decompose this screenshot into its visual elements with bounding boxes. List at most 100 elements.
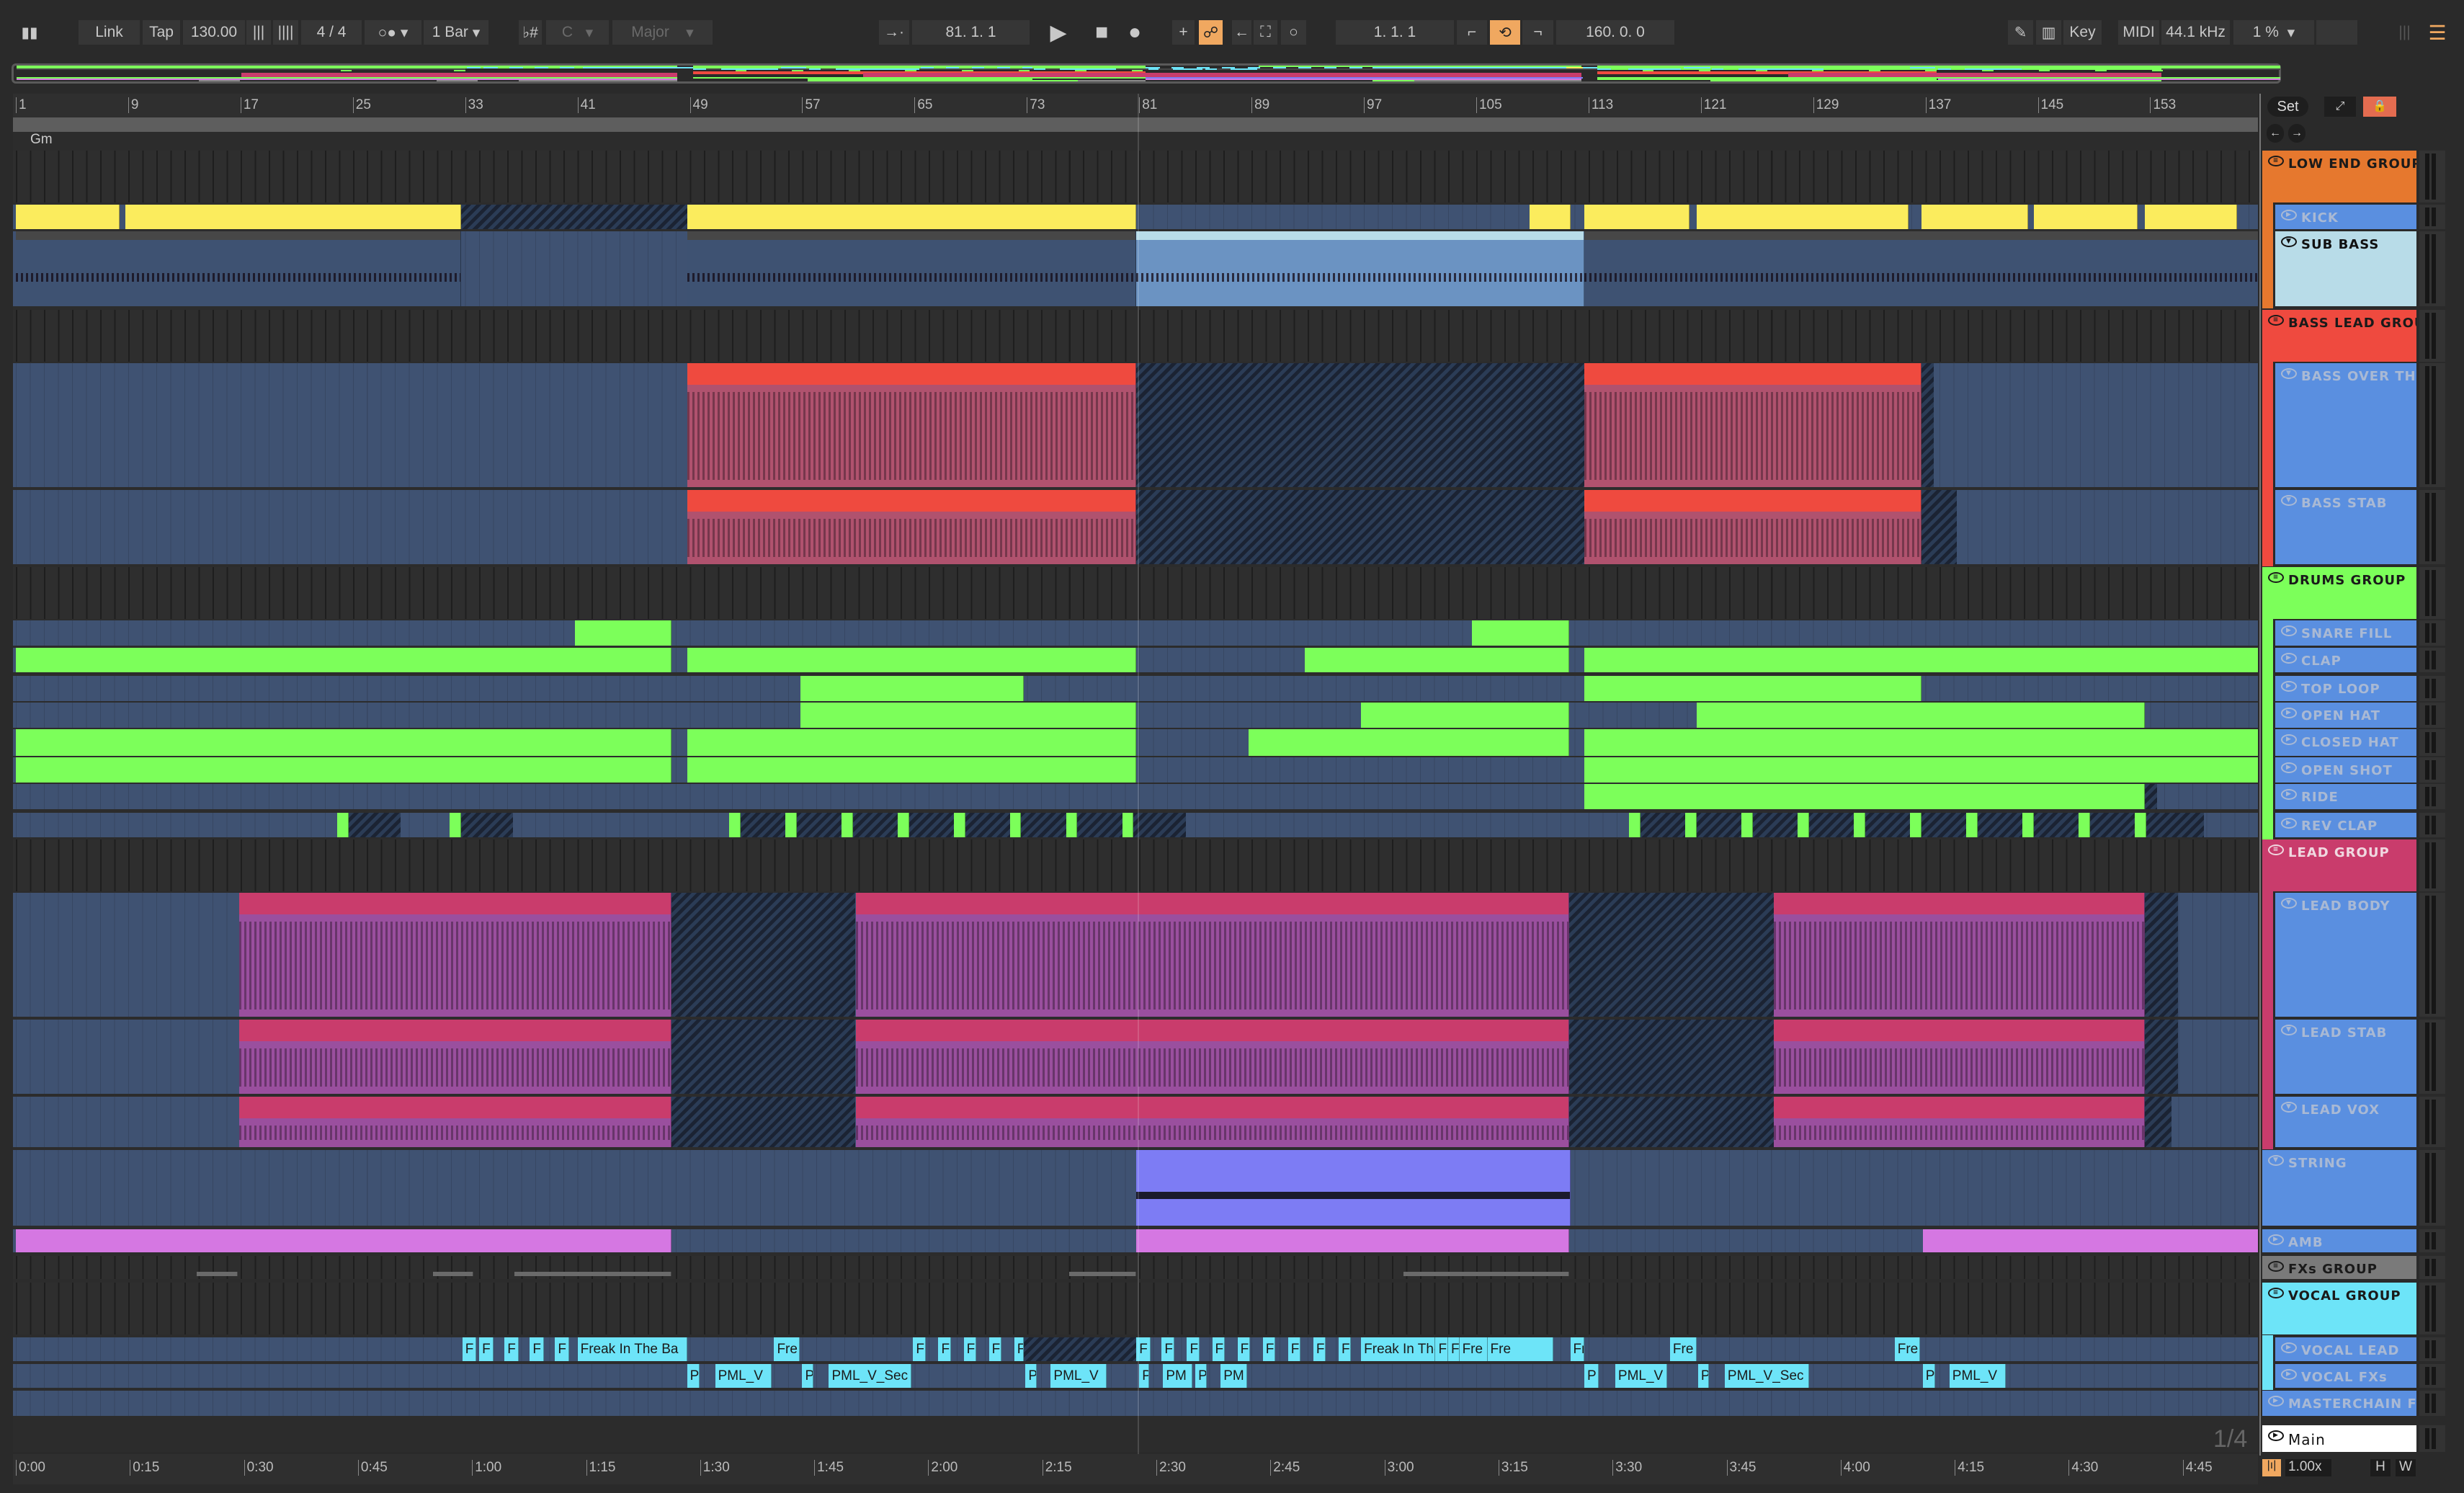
midi-map-button[interactable]: MIDI [2118, 20, 2159, 45]
arrangement-overview[interactable] [12, 63, 2281, 84]
clip[interactable] [238, 1097, 672, 1147]
capture-icon[interactable]: ⛶ [1254, 20, 1277, 45]
clip[interactable] [125, 205, 461, 229]
track-lane[interactable] [13, 1097, 2258, 1147]
fold-arrow-icon[interactable]: ▼ [2281, 1025, 2297, 1035]
clip[interactable] [1584, 363, 1921, 487]
clip[interactable]: PML_V [1949, 1364, 2006, 1388]
follow-arrow-icon[interactable]: →· [879, 20, 909, 45]
deactivated-clip[interactable] [1921, 363, 1934, 487]
deactivated-clip[interactable] [460, 813, 513, 837]
punch-in-icon[interactable]: ⌐ [1457, 20, 1487, 45]
clip[interactable] [1249, 729, 1569, 756]
clip[interactable] [1629, 813, 1641, 837]
fx-clip[interactable] [1403, 1272, 1569, 1276]
clip[interactable] [687, 757, 1137, 783]
clip[interactable]: P [687, 1364, 700, 1388]
track-lane[interactable] [13, 839, 2258, 891]
lock-icon[interactable]: 🔒 [2363, 97, 2396, 117]
track-lane[interactable] [13, 784, 2258, 809]
group-fold-icon[interactable]: ≡ [2268, 1261, 2284, 1272]
clip[interactable] [1774, 1020, 2145, 1094]
clip[interactable]: P [802, 1364, 814, 1388]
clip[interactable] [800, 676, 1025, 701]
track-lane[interactable] [13, 1256, 2258, 1279]
overdub-icon[interactable]: + [1172, 20, 1195, 45]
deactivated-clip[interactable] [1568, 893, 1775, 1017]
clip[interactable] [785, 813, 797, 837]
clip[interactable] [855, 893, 1569, 1017]
clip[interactable] [1584, 648, 2258, 672]
clip[interactable]: F [555, 1337, 569, 1361]
track-header-drums-group[interactable]: ≡ DRUMS GROUP [2262, 567, 2416, 619]
track-lane[interactable] [13, 151, 2258, 202]
track-header-lead-body[interactable]: ▼ LEAD BODY [2275, 893, 2416, 1017]
clip[interactable] [1584, 205, 1690, 229]
deactivated-clip[interactable] [671, 1097, 856, 1147]
clip[interactable] [1584, 231, 2258, 306]
play-arrow-icon[interactable]: ▶ [2281, 708, 2297, 718]
fold-arrow-icon[interactable]: ▼ [2281, 898, 2297, 909]
clip[interactable]: PM [1163, 1364, 1193, 1388]
back-to-arrangement-icon[interactable]: ← [1232, 20, 1251, 45]
track-lane[interactable] [13, 1229, 2258, 1252]
clip[interactable] [16, 205, 120, 229]
track-header-vocal-lead[interactable]: ▶ VOCAL LEAD [2275, 1337, 2416, 1361]
clip[interactable] [1696, 205, 1909, 229]
clip[interactable]: F [938, 1337, 952, 1361]
clip[interactable]: F [530, 1337, 544, 1361]
fx-clip[interactable] [432, 1272, 474, 1276]
fx-clip[interactable] [514, 1272, 672, 1276]
clip[interactable] [450, 813, 461, 837]
clip[interactable]: F [1187, 1337, 1200, 1361]
track-header-vocal-fxs[interactable]: ▶ VOCAL FXs [2275, 1364, 2416, 1388]
clip[interactable]: Fre [774, 1337, 800, 1361]
clip[interactable] [2033, 205, 2138, 229]
track-lane[interactable] [13, 703, 2258, 728]
clip[interactable]: F [1435, 1337, 1448, 1361]
quantize-dropdown[interactable]: 1 Bar ▾ [424, 20, 488, 45]
clip[interactable]: Freak In The [1361, 1337, 1436, 1361]
arrangement-area[interactable]: FFFFFFreak In The BaFreFFFFFFFFFFFFFFFre… [13, 148, 2258, 1452]
clip[interactable] [687, 205, 1137, 229]
clip[interactable]: PML_V_Sec [1724, 1364, 1809, 1388]
clip[interactable] [1530, 205, 1571, 229]
fold-arrow-icon[interactable]: ▼ [2281, 368, 2297, 379]
track-header-masterchain-f[interactable]: ▶ MASTERCHAIN F [2262, 1391, 2416, 1416]
clip[interactable] [1361, 703, 1569, 728]
play-arrow-icon[interactable]: ▶ [2268, 1234, 2284, 1245]
arrow-left-icon[interactable]: ← [2267, 124, 2284, 143]
clip[interactable]: P [1195, 1364, 1207, 1388]
track-header-closed-hat[interactable]: ▶ CLOSED HAT [2275, 729, 2416, 756]
clip[interactable]: F [1338, 1337, 1352, 1361]
clip[interactable] [1136, 1229, 1569, 1252]
deactivated-clip[interactable] [671, 1020, 856, 1094]
clip[interactable] [687, 648, 1137, 672]
track-header-clap[interactable]: ▶ CLAP [2275, 648, 2416, 672]
track-lane[interactable] [13, 893, 2258, 1017]
track-header-bass-stab[interactable]: ▼ BASS STAB [2275, 490, 2416, 564]
clip[interactable] [16, 648, 672, 672]
play-arrow-icon[interactable]: ▶ [2281, 210, 2297, 220]
height-toggle-button[interactable]: H [2370, 1459, 2391, 1476]
clip[interactable] [1966, 813, 1978, 837]
track-lane[interactable] [13, 567, 2258, 619]
group-fold-icon[interactable]: ≡ [2268, 315, 2284, 326]
clip[interactable] [1798, 813, 1809, 837]
deactivated-clip[interactable] [1921, 490, 1957, 564]
fold-arrow-icon[interactable]: ▼ [2281, 236, 2297, 247]
play-arrow-icon[interactable]: ▶ [2281, 653, 2297, 664]
track-header-bass-lead-grou[interactable]: ≡ BASS LEAD GROU [2262, 310, 2416, 362]
clip[interactable] [1910, 813, 1921, 837]
follow-icon[interactable]: ⤢ [2324, 97, 2356, 117]
fx-clip[interactable] [197, 1272, 238, 1276]
track-header-ride[interactable]: ▶ RIDE [2275, 784, 2416, 809]
clip[interactable] [1584, 490, 1921, 564]
clip[interactable] [687, 231, 1137, 306]
deactivated-clip[interactable] [2144, 784, 2158, 809]
play-arrow-icon[interactable]: ▶ [2281, 1369, 2297, 1380]
clip[interactable]: Fre [1487, 1337, 1554, 1361]
clip[interactable]: F [1262, 1337, 1276, 1361]
clip[interactable]: F [913, 1337, 926, 1361]
deactivated-clip[interactable] [1640, 813, 2204, 837]
